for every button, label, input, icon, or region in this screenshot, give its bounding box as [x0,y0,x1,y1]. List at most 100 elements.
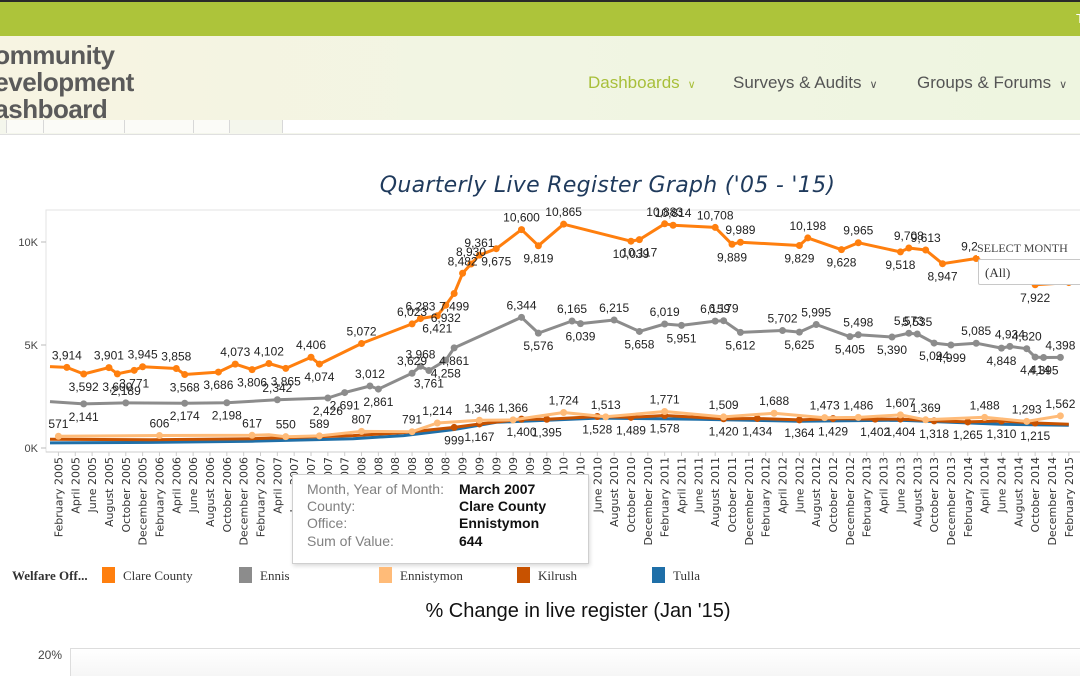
data-point [450,290,458,298]
x-tick-label: June 2011 [692,457,705,513]
data-label: 4,073 [220,345,250,359]
data-point [358,427,366,435]
data-label: 1,364 [784,426,814,440]
legend-swatch [239,567,252,583]
data-point [408,320,416,328]
data-point [720,317,728,325]
data-point [1031,353,1039,361]
x-tick-label: October 2013 [928,457,941,533]
legend-swatch [379,567,392,583]
select-month-dropdown[interactable]: (All) [978,259,1080,285]
data-point [358,340,366,348]
data-label: 4,398 [1045,338,1075,352]
data-point [661,408,669,416]
data-label: 5,390 [877,343,907,357]
data-label: 1,688 [759,394,789,408]
data-point [105,364,113,372]
second-chart-title: % Change in live register (Jan '15) [425,600,731,622]
data-point [711,223,719,231]
data-point [534,329,542,337]
data-point [568,317,576,325]
data-point [610,316,618,324]
data-point [560,408,568,416]
x-tick-label: February 2012 [760,457,773,537]
data-label: 6,019 [650,305,680,319]
x-tick-label: October 2006 [221,457,234,533]
data-point [627,237,635,245]
x-tick-label: December 2006 [238,457,251,546]
legend-label: Ennistymon [400,568,463,583]
data-label: 5,995 [801,306,831,320]
data-label: 5,625 [784,338,814,352]
data-label: 9,675 [481,255,511,269]
data-point [341,389,349,397]
data-label: 5,498 [843,316,873,330]
data-point [181,399,189,407]
x-tick-label: October 2005 [120,457,133,533]
data-label: 1,513 [591,398,621,412]
data-point [669,221,677,229]
data-label: 3,901 [94,349,124,363]
data-point [122,399,130,407]
tooltip-value: 644 [459,533,483,549]
data-label: 2,861 [363,395,393,409]
data-label: 1,509 [709,398,739,412]
chart-legend: Welfare Off... Clare County Ennis Ennist… [0,567,1080,585]
data-point [248,366,256,374]
y-tick-label: 5K [25,340,39,352]
x-tick-label: December 2011 [743,457,756,546]
x-tick-label: June 2010 [591,457,604,513]
data-point [635,236,643,244]
data-label: 10,198 [789,219,826,233]
data-point [1006,342,1014,350]
data-point [450,344,458,352]
x-tick-label: April 2013 [878,457,891,514]
data-point [1056,412,1064,420]
data-label: 3,012 [355,367,385,381]
data-label: 589 [309,417,329,431]
data-label: 4,395 [1029,363,1059,377]
data-point [812,321,820,329]
data-label: 4,074 [304,370,334,384]
x-tick-label: August 2006 [204,457,217,527]
data-point [223,399,231,407]
data-label: 1,310 [986,427,1016,441]
data-label: 1,404 [885,425,915,439]
data-label: 1,167 [464,430,494,444]
data-point [374,385,382,393]
x-tick-label: December 2005 [137,457,150,546]
data-label: 6,179 [709,302,739,316]
data-label: 9,965 [843,224,873,238]
data-point [80,370,88,378]
data-label: 3,806 [237,376,267,390]
x-tick-label: August 2010 [608,457,621,527]
data-label: 5,612 [725,338,755,352]
data-label: 4,861 [439,354,469,368]
x-tick-label: February 2013 [861,457,874,537]
x-tick-label: April 2006 [170,457,183,514]
data-label: 3,568 [170,380,200,394]
x-tick-label: August 2005 [103,457,116,527]
data-point [214,368,222,376]
data-label: 3,686 [203,378,233,392]
data-label: 1,473 [810,399,840,413]
legend-label: Ennis [260,568,290,583]
data-label: 9,613 [911,231,941,245]
data-point [795,242,803,250]
x-tick-label: October 2010 [625,457,638,533]
x-tick-label: February 2015 [1063,457,1076,537]
data-label: 2,198 [212,409,242,423]
chart-tooltip: Month, Year of Month: March 2007 County: C… [292,474,589,564]
data-label: 5,072 [347,325,377,339]
data-point [972,339,980,347]
x-tick-label: April 2014 [979,457,992,514]
data-point [433,419,441,427]
data-point [854,413,862,421]
data-point [661,320,669,328]
legend-label: Kilrush [538,568,577,583]
data-point [896,411,904,419]
data-label: 6,039 [565,330,595,344]
data-label: 5,405 [835,343,865,357]
data-label: 9,628 [826,256,856,270]
data-point [804,234,812,242]
